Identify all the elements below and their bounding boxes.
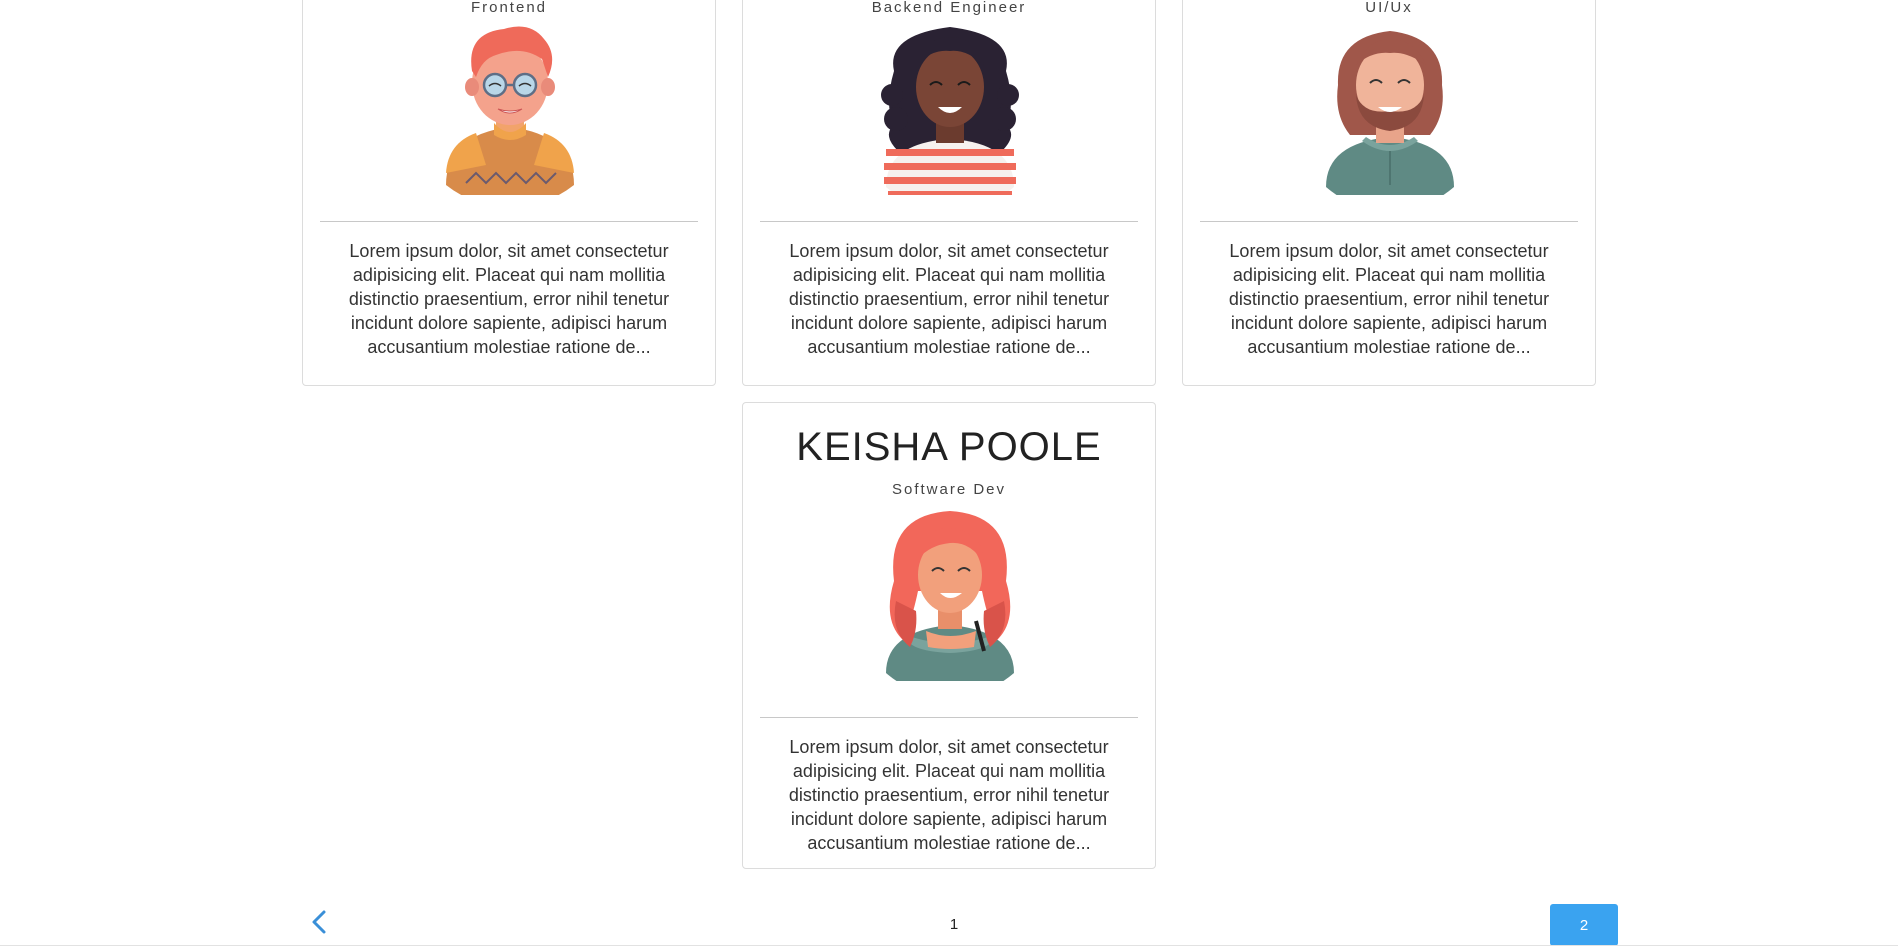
glasses-man-avatar <box>446 26 574 195</box>
team-card-frontend: Frontend Lorem ipsum dolor, sit amet con… <box>302 0 716 386</box>
page-2-button-active[interactable]: 2 <box>1550 904 1618 946</box>
page-1-link[interactable]: 1 <box>944 912 964 936</box>
member-name: KEISHA POOLE <box>796 425 1102 469</box>
previous-page-button[interactable] <box>308 908 330 936</box>
bottom-divider <box>0 945 1898 946</box>
card-role: Frontend <box>470 0 548 16</box>
card-description: Lorem ipsum dolor, sit amet consectetur … <box>788 241 1110 357</box>
team-card-keisha-poole: KEISHA POOLE Software Dev Lorem ipsum do… <box>742 402 1156 869</box>
card-role: Backend Engineer <box>871 0 1027 16</box>
red-hair-woman-avatar <box>886 511 1014 681</box>
card-divider <box>320 221 698 222</box>
card-description: Lorem ipsum dolor, sit amet consectetur … <box>1228 241 1550 357</box>
card-divider <box>760 717 1138 718</box>
card-description: Lorem ipsum dolor, sit amet consectetur … <box>788 737 1110 853</box>
team-card-backend-engineer: Backend Engineer Lorem ipsum dolor, sit … <box>742 0 1156 386</box>
curly-hair-woman-avatar <box>881 27 1019 195</box>
bearded-man-avatar <box>1326 31 1454 195</box>
card-divider <box>760 221 1138 222</box>
card-description: Lorem ipsum dolor, sit amet consectetur … <box>348 241 670 357</box>
team-card-ui-ux: UI/Ux Lorem ipsum dolor, sit amet consec… <box>1182 0 1596 386</box>
card-divider <box>1200 221 1578 222</box>
chevron-left-icon <box>312 910 326 934</box>
card-role: Software Dev <box>891 481 1007 498</box>
card-role: UI/Ux <box>1365 0 1413 16</box>
